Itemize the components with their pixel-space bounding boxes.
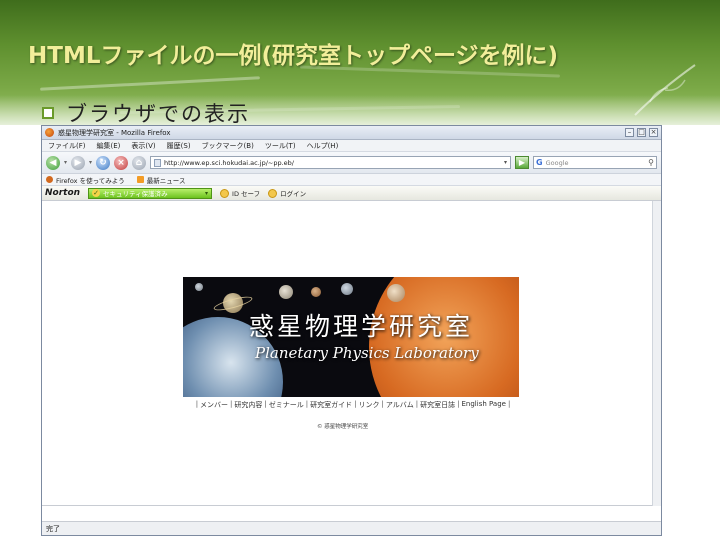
browser-titlebar: 惑星物理学研究室 - Mozilla Firefox – □ ×	[42, 126, 661, 140]
menu-bar: ファイル(F) 編集(E) 表示(V) 履歴(S) ブックマーク(B) ツール(…	[42, 140, 661, 152]
page-icon	[154, 158, 162, 167]
url-field[interactable]: http://www.ep.sci.hokudai.ac.jp/~pp.eb/ …	[150, 156, 511, 169]
copyright-text: © 惑星物理学研究室	[317, 424, 369, 430]
search-icon[interactable]: ⚲	[648, 158, 654, 167]
firefox-bookmark-icon	[46, 176, 53, 183]
banner-subtitle: Planetary Physics Laboratory	[255, 344, 479, 362]
lab-banner-image: 惑星物理学研究室 Planetary Physics Laboratory	[183, 277, 519, 397]
bookmark-getting-started[interactable]: Firefox を使ってみよう	[46, 175, 125, 185]
page-viewport[interactable]: 惑星物理学研究室 Planetary Physics Laboratory | …	[42, 201, 661, 506]
menu-help[interactable]: ヘルプ(H)	[307, 141, 339, 151]
slide: HTMLファイルの一例(研究室トップページを例に) ブラウザでの表示 惑星物理学…	[0, 0, 720, 540]
home-button[interactable]: ⌂	[132, 155, 147, 170]
bullet-square-icon	[42, 107, 54, 119]
norton-identity-button[interactable]: ID セーフ	[220, 188, 260, 198]
menu-view[interactable]: 表示(V)	[131, 141, 155, 151]
nav-link-links[interactable]: リンク	[356, 400, 381, 410]
bookmarks-toolbar: Firefox を使ってみよう 最新ニュース	[42, 174, 661, 186]
search-field[interactable]: G Google ⚲	[533, 156, 657, 169]
menu-bookmarks[interactable]: ブックマーク(B)	[202, 141, 254, 151]
nav-link-seminar[interactable]: ゼミナール	[267, 400, 306, 410]
bookmark-label: Firefox を使ってみよう	[56, 176, 125, 185]
forward-history-dropdown-icon[interactable]: ▾	[89, 159, 92, 166]
google-search-engine-icon[interactable]: G	[536, 158, 543, 167]
chevron-down-icon: ▾	[205, 189, 209, 197]
banner-title: 惑星物理学研究室	[249, 312, 474, 341]
nav-link-english[interactable]: English Page	[460, 400, 508, 410]
norton-login-button[interactable]: ログイン	[268, 188, 306, 198]
menu-tools[interactable]: ツール(T)	[265, 141, 296, 151]
url-text[interactable]: http://www.ep.sci.hokudai.ac.jp/~pp.eb/	[164, 159, 501, 167]
back-history-dropdown-icon[interactable]: ▾	[64, 159, 67, 166]
rss-feed-icon	[136, 176, 144, 183]
menu-edit[interactable]: 編集(E)	[97, 141, 121, 151]
go-button[interactable]: ▶	[515, 156, 529, 169]
navigation-toolbar: ◀ ▾ ▶ ▾ ↻ × ⌂ http://www.ep.sci.hokudai.…	[42, 152, 661, 174]
minimize-button[interactable]: –	[625, 128, 634, 137]
nav-link-members[interactable]: メンバー	[198, 400, 230, 410]
norton-item-label: ID セーフ	[232, 190, 261, 198]
planet-graphic	[341, 283, 353, 295]
menu-file[interactable]: ファイル(F)	[48, 141, 86, 151]
firefox-icon	[45, 128, 54, 137]
login-icon	[268, 188, 278, 198]
status-text: 完了	[46, 524, 60, 533]
nav-link-diary[interactable]: 研究室日誌	[418, 400, 457, 410]
norton-toolbar: Norton ✓ セキュリティ保護済み ▾ ID セーフ ログイン	[42, 186, 661, 201]
nav-link-album[interactable]: アルバム	[384, 400, 416, 410]
menu-history[interactable]: 履歴(S)	[167, 141, 191, 151]
norton-item-label: ログイン	[280, 190, 307, 198]
check-icon: ✓	[92, 189, 101, 197]
window-title: 惑星物理学研究室 - Mozilla Firefox	[58, 128, 171, 137]
search-placeholder[interactable]: Google	[546, 159, 646, 167]
norton-safe-label: セキュリティ保護済み	[103, 190, 168, 198]
planet-graphic	[195, 283, 203, 291]
browser-window: 惑星物理学研究室 - Mozilla Firefox – □ × ファイル(F)…	[41, 125, 662, 536]
bookmark-label: 最新ニュース	[146, 176, 186, 185]
nav-link-research[interactable]: 研究内容	[232, 400, 264, 410]
bookmark-news[interactable]: 最新ニュース	[136, 175, 186, 185]
identity-icon	[220, 188, 230, 198]
site-navigation: | メンバー | 研究内容 | ゼミナール | 研究室ガイド | リンク | ア…	[195, 400, 511, 410]
bullet-text: ブラウザでの表示	[66, 102, 250, 126]
planet-graphic	[311, 287, 321, 297]
norton-safe-web-button[interactable]: ✓ セキュリティ保護済み ▾	[88, 187, 213, 199]
status-bar: 完了	[42, 521, 661, 535]
stop-button[interactable]: ×	[114, 155, 129, 170]
back-button[interactable]: ◀	[46, 155, 60, 170]
planet-graphic	[279, 285, 293, 299]
nav-link-guide[interactable]: 研究室ガイド	[308, 400, 354, 410]
vertical-scrollbar[interactable]	[652, 201, 661, 506]
maximize-button[interactable]: □	[637, 128, 646, 137]
close-button[interactable]: ×	[649, 128, 658, 137]
jupiter-graphic	[387, 284, 405, 302]
bullet-item: ブラウザでの表示	[42, 98, 250, 128]
slide-title: HTMLファイルの一例(研究室トップページを例に)	[28, 43, 559, 69]
norton-logo: Norton	[45, 188, 81, 198]
forward-button[interactable]: ▶	[71, 155, 86, 170]
reload-button[interactable]: ↻	[96, 155, 111, 170]
url-dropdown-icon[interactable]: ▾	[504, 159, 507, 166]
